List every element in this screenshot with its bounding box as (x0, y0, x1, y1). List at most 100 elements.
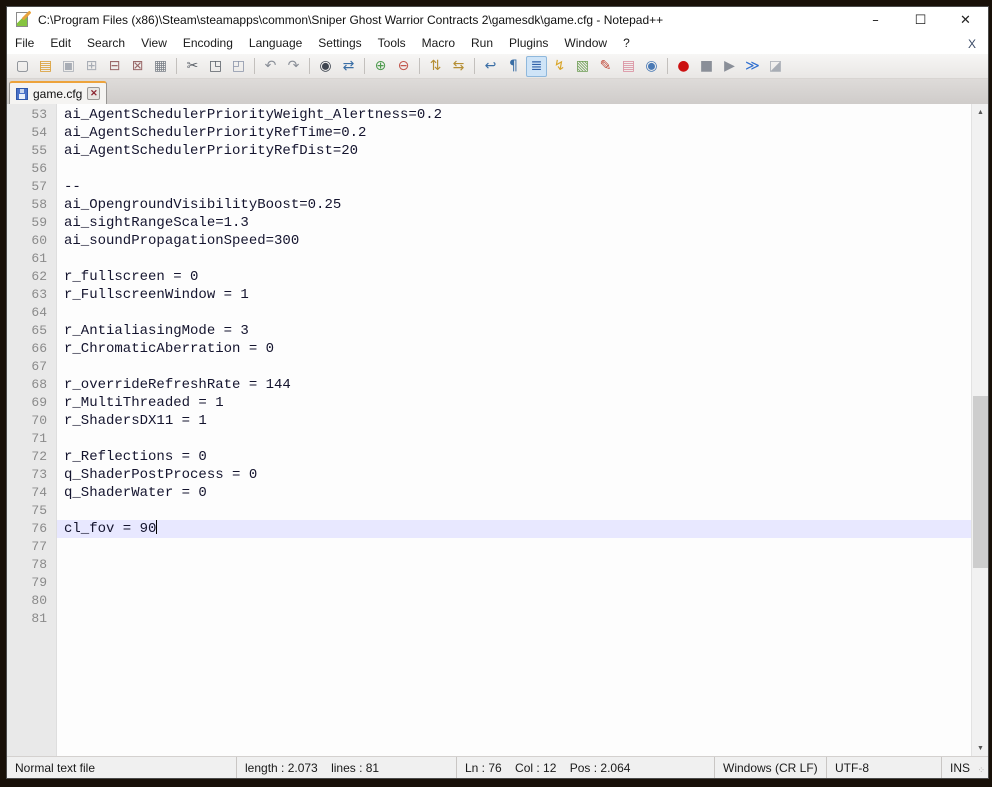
line-text: r_ShadersDX11 = 1 (64, 413, 207, 429)
menu-macro[interactable]: Macro (414, 33, 463, 54)
close-all-button[interactable]: ⊠ (127, 56, 148, 77)
new-file-button[interactable]: ▢ (12, 56, 33, 77)
editor-line[interactable]: 60 ai_soundPropagationSpeed=300 (7, 232, 971, 250)
line-number: 74 (31, 485, 47, 500)
run-macro-multiple-button[interactable]: ≫ (742, 56, 763, 77)
zoom-in-button[interactable]: ⊕ (370, 56, 391, 77)
save-file-icon: ▣ (61, 58, 76, 74)
undo-button[interactable]: ↶ (260, 56, 281, 77)
editor-line[interactable]: 75 (7, 502, 971, 520)
word-wrap-button[interactable]: ↩ (480, 56, 501, 77)
editor-line[interactable]: 72 r_Reflections = 0 (7, 448, 971, 466)
menu-settings[interactable]: Settings (310, 33, 369, 54)
editor-line[interactable]: 66 r_ChromaticAberration = 0 (7, 340, 971, 358)
editor-line[interactable]: 74 q_ShaderWater = 0 (7, 484, 971, 502)
line-text: q_ShaderWater = 0 (64, 485, 207, 501)
line-text: r_MultiThreaded = 1 (64, 395, 224, 411)
editor-line[interactable]: 77 (7, 538, 971, 556)
menu-plugins[interactable]: Plugins (501, 33, 556, 54)
editor-line[interactable]: 63 r_FullscreenWindow = 1 (7, 286, 971, 304)
editor-line[interactable]: 55 ai_AgentSchedulerPriorityRefDist=20 (7, 142, 971, 160)
save-all-button[interactable]: ⊞ (81, 56, 102, 77)
line-number: 59 (31, 215, 47, 230)
resize-grip-icon[interactable]: ⁘ (977, 765, 986, 776)
record-macro-button[interactable]: ● (673, 56, 694, 77)
editor-line[interactable]: 69 r_MultiThreaded = 1 (7, 394, 971, 412)
save-file-button[interactable]: ▣ (58, 56, 79, 77)
editor-line[interactable]: 62 r_fullscreen = 0 (7, 268, 971, 286)
editor-line[interactable]: 73 q_ShaderPostProcess = 0 (7, 466, 971, 484)
save-macro-button[interactable]: ◪ (765, 56, 786, 77)
sync-horizontal-scroll-button[interactable]: ⇆ (448, 56, 469, 77)
menu-tools[interactable]: Tools (370, 33, 414, 54)
editor-line[interactable]: 67 (7, 358, 971, 376)
editor-line[interactable]: 61 (7, 250, 971, 268)
editor-line[interactable]: 65 r_AntialiasingMode = 3 (7, 322, 971, 340)
menu-file[interactable]: File (7, 33, 42, 54)
status-bar: Normal text file length : 2.073 lines : 8… (7, 756, 988, 778)
editor-line[interactable]: 57 -- (7, 178, 971, 196)
print-button[interactable]: ▦ (150, 56, 171, 77)
menu-help[interactable]: ? (615, 33, 638, 54)
sync-vertical-scroll-button[interactable]: ⇅ (425, 56, 446, 77)
editor-line-current[interactable]: 76 cl_fov = 90 (7, 520, 971, 538)
editor-line[interactable]: 71 (7, 430, 971, 448)
editor-line[interactable]: 58 ai_OpengroundVisibilityBoost=0.25 (7, 196, 971, 214)
open-file-button[interactable]: ▤ (35, 56, 56, 77)
menu-run[interactable]: Run (463, 33, 501, 54)
play-macro-button[interactable]: ▶ (719, 56, 740, 77)
menu-edit[interactable]: Edit (42, 33, 79, 54)
editor-line[interactable]: 80 (7, 592, 971, 610)
copy-button[interactable]: ◳ (205, 56, 226, 77)
show-all-characters-button[interactable]: ¶ (503, 56, 524, 77)
editor-line[interactable]: 68 r_overrideRefreshRate = 144 (7, 376, 971, 394)
editor-line[interactable]: 54 ai_AgentSchedulerPriorityRefTime=0.2 (7, 124, 971, 142)
replace-button[interactable]: ⇄ (338, 56, 359, 77)
indent-guide-button[interactable]: ≣ (526, 55, 547, 77)
editor-line[interactable]: 81 (7, 610, 971, 628)
scrollbar-thumb[interactable] (973, 396, 988, 568)
function-list-button[interactable]: ↯ (549, 56, 570, 77)
menu-search[interactable]: Search (79, 33, 133, 54)
scrollbar-up-arrow-icon[interactable]: ▲ (972, 104, 988, 120)
menu-encoding[interactable]: Encoding (175, 33, 241, 54)
menu-window[interactable]: Window (556, 33, 615, 54)
close-button[interactable]: ✕ (943, 7, 988, 33)
line-number: 64 (31, 305, 47, 320)
cut-button[interactable]: ✂ (182, 56, 203, 77)
text-editor-area[interactable]: 53 ai_AgentSchedulerPriorityWeight_Alertn… (7, 104, 988, 756)
define-language-button[interactable]: ✎ (595, 56, 616, 77)
folder-as-workspace-button[interactable]: ▤ (618, 56, 639, 77)
notepad-plus-plus-logo-icon (15, 10, 32, 28)
close-document-x-button[interactable]: X (956, 37, 988, 51)
stop-macro-button[interactable]: ■ (696, 56, 717, 77)
line-text (57, 304, 971, 322)
editor-line[interactable]: 79 (7, 574, 971, 592)
find-button[interactable]: ◉ (315, 56, 336, 77)
zoom-out-button[interactable]: ⊖ (393, 56, 414, 77)
editor-line[interactable]: 59 ai_sightRangeScale=1.3 (7, 214, 971, 232)
minimize-button[interactable]: – (853, 7, 898, 33)
tab-close-icon[interactable]: ✕ (87, 87, 101, 100)
folder-as-workspace-icon: ▤ (621, 58, 636, 74)
vertical-scrollbar[interactable]: ▲ ▼ (971, 104, 988, 756)
editor-line[interactable]: 56 (7, 160, 971, 178)
editor-line[interactable]: 64 (7, 304, 971, 322)
redo-button[interactable]: ↷ (283, 56, 304, 77)
editor-line[interactable]: 78 (7, 556, 971, 574)
status-encoding[interactable]: UTF-8 (827, 757, 942, 778)
menu-view[interactable]: View (133, 33, 175, 54)
monitoring-eye-button[interactable]: ◉ (641, 56, 662, 77)
line-number: 71 (31, 431, 47, 446)
document-map-button[interactable]: ▧ (572, 56, 593, 77)
menu-language[interactable]: Language (241, 33, 310, 54)
editor-line[interactable]: 53 ai_AgentSchedulerPriorityWeight_Alertn… (7, 106, 971, 124)
editor-line[interactable]: 70 r_ShadersDX11 = 1 (7, 412, 971, 430)
maximize-button[interactable]: ☐ (898, 7, 943, 33)
close-file-button[interactable]: ⊟ (104, 56, 125, 77)
scrollbar-down-arrow-icon[interactable]: ▼ (972, 740, 988, 756)
tab-game-cfg[interactable]: game.cfg ✕ (9, 81, 108, 104)
status-eol-format[interactable]: Windows (CR LF) (715, 757, 827, 778)
line-number: 68 (31, 377, 47, 392)
paste-button[interactable]: ◰ (228, 56, 249, 77)
